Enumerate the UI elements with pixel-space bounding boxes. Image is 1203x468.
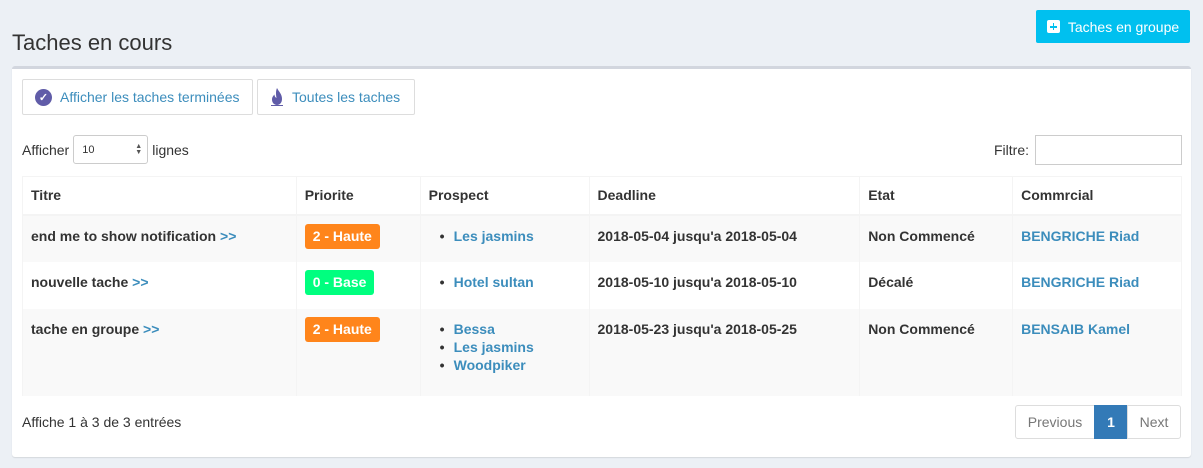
- page-length-select[interactable]: 10 ▲ ▼: [73, 135, 149, 164]
- next-page-button[interactable]: Next: [1127, 405, 1181, 439]
- prospect-link[interactable]: Les jasmins: [454, 339, 534, 355]
- all-tasks-label: Toutes les taches: [292, 89, 401, 105]
- table-row: nouvelle tache >> 0 - Base Hotel sultan …: [22, 261, 1182, 309]
- commercial-cell: BENSAIB Kamel: [1012, 308, 1182, 396]
- pagination: Previous 1 Next: [1015, 405, 1181, 439]
- group-tasks-button[interactable]: Taches en groupe: [1036, 10, 1190, 43]
- search-input[interactable]: [1035, 135, 1182, 165]
- col-commercial-header[interactable]: Commrcial: [1012, 176, 1182, 216]
- page-length-control: Afficher 10 ▲ ▼ lignes: [22, 135, 189, 164]
- col-priority-header[interactable]: Priorite: [295, 176, 421, 216]
- col-deadline-header[interactable]: Deadline: [588, 176, 861, 216]
- all-tasks-button[interactable]: Toutes les taches: [257, 79, 415, 115]
- task-title-cell: nouvelle tache >>: [22, 261, 297, 309]
- commercial-link[interactable]: BENGRICHE Riad: [1021, 228, 1139, 244]
- priority-cell: 0 - Base: [295, 261, 421, 309]
- table-row: end me to show notification >> 2 - Haute…: [22, 214, 1182, 262]
- tasks-table: Titre Priorite Prospect Deadline Etat Co…: [22, 176, 1182, 396]
- task-title: nouvelle tache: [31, 273, 129, 290]
- commercial-cell: BENGRICHE Riad: [1012, 261, 1182, 309]
- page-length-prefix: Afficher: [22, 141, 70, 158]
- task-title-cell: end me to show notification >>: [22, 214, 297, 262]
- group-tasks-label: Taches en groupe: [1067, 18, 1180, 35]
- list-item: Woodpiker: [440, 355, 581, 375]
- show-completed-button[interactable]: ✓ Afficher les taches terminées: [22, 79, 253, 115]
- priority-cell: 2 - Haute: [295, 308, 421, 396]
- deadline-cell: 2018-05-04 jusqu'a 2018-05-04: [588, 214, 861, 262]
- search-label: Filtre:: [994, 142, 1029, 158]
- prospect-link[interactable]: Woodpiker: [454, 357, 526, 373]
- prospect-cell: Les jasmins: [419, 214, 590, 262]
- commercial-link[interactable]: BENSAIB Kamel: [1021, 321, 1130, 337]
- priority-badge: 0 - Base: [304, 269, 375, 295]
- col-title-header[interactable]: Titre: [22, 176, 297, 216]
- prospect-link[interactable]: Hotel sultan: [454, 274, 534, 290]
- list-item: Hotel sultan: [440, 272, 581, 292]
- deadline-cell: 2018-05-23 jusqu'a 2018-05-25: [588, 308, 861, 396]
- commercial-link[interactable]: BENGRICHE Riad: [1021, 274, 1139, 290]
- state-cell: Non Commencé: [859, 308, 1014, 396]
- fire-icon: [271, 88, 283, 106]
- task-title-cell: tache en groupe >>: [22, 308, 297, 396]
- state-cell: Non Commencé: [859, 214, 1014, 262]
- page-title: Taches en cours: [12, 30, 173, 55]
- list-item: Les jasmins: [440, 337, 581, 357]
- task-title: tache en groupe: [31, 320, 140, 337]
- col-prospect-header[interactable]: Prospect: [419, 176, 590, 216]
- show-completed-label: Afficher les taches terminées: [60, 89, 240, 105]
- check-circle-icon: ✓: [35, 88, 52, 106]
- task-title: end me to show notification: [31, 227, 217, 244]
- deadline-cell: 2018-05-10 jusqu'a 2018-05-10: [588, 261, 861, 309]
- state-cell: Décalé: [859, 261, 1014, 309]
- table-header-row: Titre Priorite Prospect Deadline Etat Co…: [22, 176, 1182, 216]
- priority-badge: 2 - Haute: [304, 223, 380, 249]
- list-item: Bessa: [440, 319, 581, 339]
- page-1-button[interactable]: 1: [1094, 405, 1128, 439]
- list-item: Les jasmins: [440, 226, 581, 246]
- prospect-link[interactable]: Les jasmins: [454, 228, 534, 244]
- table-row: tache en groupe >> 2 - Haute Bessa Les j…: [22, 308, 1182, 396]
- priority-badge: 2 - Haute: [304, 316, 380, 342]
- updown-arrows-icon: ▲ ▼: [135, 142, 143, 156]
- search-control: Filtre:: [994, 135, 1182, 165]
- prospect-cell: Bessa Les jasmins Woodpiker: [419, 308, 590, 396]
- commercial-cell: BENGRICHE Riad: [1012, 214, 1182, 262]
- previous-page-button[interactable]: Previous: [1015, 405, 1095, 439]
- page-length-suffix: lignes: [152, 141, 189, 158]
- task-open-link[interactable]: >>: [143, 321, 159, 337]
- task-open-link[interactable]: >>: [220, 228, 236, 244]
- col-state-header[interactable]: Etat: [859, 176, 1014, 216]
- table-info: Affiche 1 à 3 de 3 entrées: [22, 414, 182, 430]
- prospect-link[interactable]: Bessa: [454, 321, 495, 337]
- task-open-link[interactable]: >>: [132, 274, 148, 290]
- prospect-cell: Hotel sultan: [419, 261, 590, 309]
- plus-square-icon: [1046, 20, 1060, 33]
- page-length-value: 10: [82, 143, 95, 156]
- priority-cell: 2 - Haute: [295, 214, 421, 262]
